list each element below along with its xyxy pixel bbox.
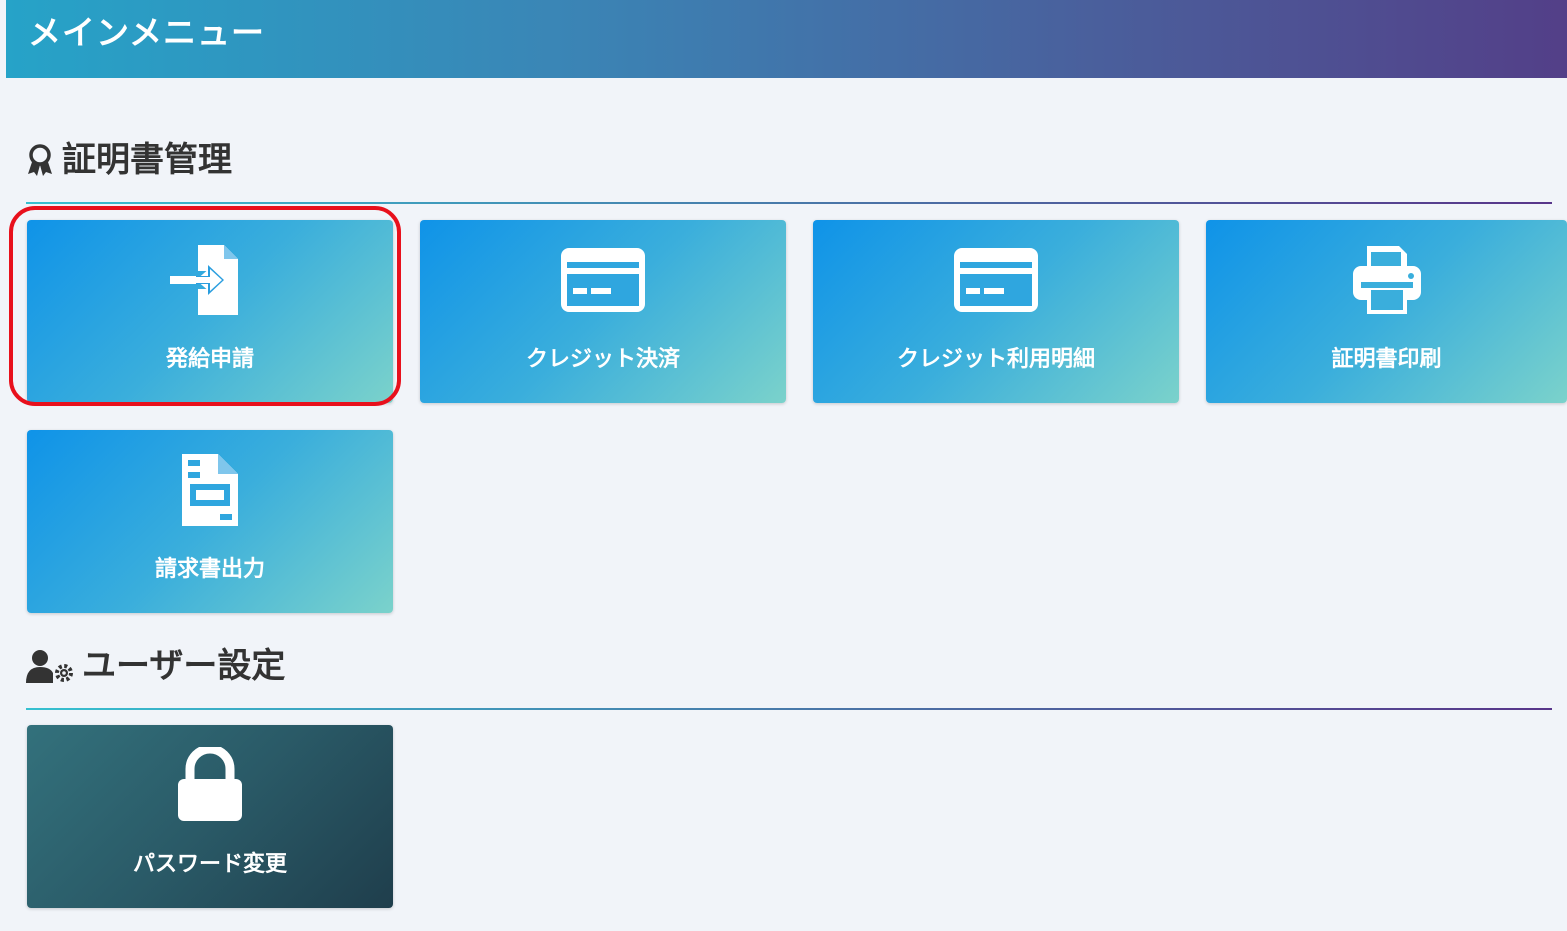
section-divider xyxy=(26,708,1552,710)
tile-certificate-print[interactable]: 証明書印刷 xyxy=(1206,220,1567,403)
file-invoice-icon xyxy=(27,450,393,530)
tile-invoice-output[interactable]: 請求書出力 xyxy=(27,430,393,613)
tile-issue-application[interactable]: 発給申請 xyxy=(27,220,393,403)
section-user-settings: ユーザー設定 xyxy=(26,644,285,688)
credit-card-icon xyxy=(813,240,1179,320)
lock-icon xyxy=(27,745,393,825)
credit-card-icon xyxy=(420,240,786,320)
tile-label: 発給申請 xyxy=(165,347,254,372)
tile-label: パスワード変更 xyxy=(132,852,287,877)
tile-credit-payment[interactable]: クレジット決済 xyxy=(420,220,786,403)
page-title: メインメニュー xyxy=(28,13,266,52)
award-icon xyxy=(26,144,54,176)
tile-password-change[interactable]: パスワード変更 xyxy=(27,725,393,908)
user-cog-icon xyxy=(26,649,74,683)
tile-label: 請求書出力 xyxy=(154,557,265,582)
file-import-icon xyxy=(27,240,393,320)
tile-label: 証明書印刷 xyxy=(1331,347,1442,372)
tile-label: クレジット決済 xyxy=(525,347,680,372)
section-certificate-management: 証明書管理 xyxy=(26,138,232,182)
main-menu-page: メインメニュー 証明書管理 発給申請 クレジット決済 クレジット利用明細 証明書… xyxy=(0,0,1567,931)
section-title-label: ユーザー設定 xyxy=(82,646,286,686)
section-title-label: 証明書管理 xyxy=(62,140,232,180)
tile-label: クレジット利用明細 xyxy=(896,347,1095,372)
section-divider xyxy=(26,202,1552,204)
printer-icon xyxy=(1206,240,1567,320)
header-bar: メインメニュー xyxy=(6,0,1567,78)
tile-credit-usage-details[interactable]: クレジット利用明細 xyxy=(813,220,1179,403)
